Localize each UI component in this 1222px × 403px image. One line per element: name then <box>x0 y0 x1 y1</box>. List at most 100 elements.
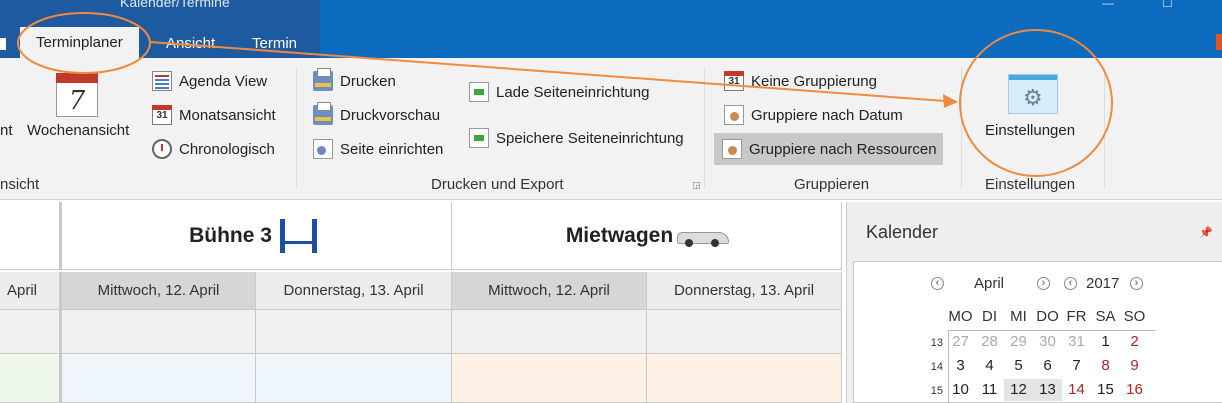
calendar-day[interactable]: 8 <box>1091 355 1120 377</box>
window-title: Kalender/Termine <box>120 0 230 10</box>
month-calendar-icon: 31 <box>152 105 172 125</box>
next-month-icon[interactable]: › <box>1037 277 1050 290</box>
lade-seiteneinrichtung-button[interactable]: Lade Seiteneinrichtung <box>469 79 649 105</box>
car-icon <box>677 224 730 248</box>
date-header[interactable]: Donnerstag, 13. April <box>256 272 452 310</box>
prev-month-icon[interactable]: ‹ <box>931 277 944 290</box>
group-label-ansicht: nsicht <box>0 176 40 193</box>
monatsansicht-button[interactable]: 31 Monatsansicht <box>152 102 276 128</box>
date-navigator: ‹ April › ‹ 2017 › MO DI MI DO FR SA SO … <box>853 261 1222 403</box>
calendar-day[interactable]: 7 <box>1062 355 1091 377</box>
weekday-header: MO <box>948 308 973 325</box>
allday-cell[interactable] <box>0 310 60 354</box>
calendar-day[interactable]: 6 <box>1033 355 1062 377</box>
tab-cut-left[interactable] <box>0 38 6 50</box>
resource-name: Mietwagen <box>565 223 674 247</box>
chronologisch-button[interactable]: Chronologisch <box>152 136 275 162</box>
calendar-day[interactable]: 28 <box>975 331 1004 353</box>
group-date-icon <box>724 105 744 125</box>
date-header[interactable]: Mittwoch, 12. April <box>452 272 647 310</box>
seite-einrichten-button[interactable]: Seite einrichten <box>313 136 443 162</box>
gruppiere-ressourcen-button[interactable]: Gruppiere nach Ressourcen <box>714 133 943 165</box>
week-number: 14 <box>930 361 943 373</box>
calendar-day[interactable]: 29 <box>1004 331 1033 353</box>
settings-gear-icon[interactable]: ⚙ <box>1008 74 1058 114</box>
allday-cell[interactable] <box>647 310 842 354</box>
calendar-day[interactable]: 15 <box>1091 379 1120 401</box>
time-cell[interactable] <box>60 354 256 403</box>
gruppiere-datum-button[interactable]: Gruppiere nach Datum <box>724 102 903 128</box>
agenda-view-button[interactable]: Agenda View <box>152 68 267 94</box>
resource-header-cut <box>0 202 60 270</box>
weekday-header: DI <box>982 308 997 325</box>
clock-icon <box>152 139 172 159</box>
calendar-day[interactable]: 30 <box>1033 331 1062 353</box>
group-resources-icon <box>722 139 742 159</box>
prev-year-icon[interactable]: ‹ <box>1064 277 1077 290</box>
print-preview-icon <box>313 102 333 125</box>
allday-cell[interactable] <box>452 310 647 354</box>
time-cell[interactable] <box>647 354 842 403</box>
ribbon-separator <box>1104 68 1105 188</box>
weekday-header: MI <box>1010 308 1027 325</box>
load-page-setup-icon <box>469 82 489 102</box>
allday-cell[interactable] <box>60 310 256 354</box>
ribbon-separator <box>296 68 297 188</box>
title-bar: Kalender/Termine — ☐ Terminplaner Ansich… <box>0 0 1222 58</box>
calendar-day[interactable]: 16 <box>1120 379 1149 401</box>
calendar-day[interactable]: 27 <box>946 331 975 353</box>
time-cell[interactable] <box>452 354 647 403</box>
minimize-icon[interactable]: — <box>1102 0 1114 10</box>
calendar-day-selected[interactable]: 13 <box>1033 379 1062 401</box>
time-cell[interactable] <box>0 354 60 403</box>
date-header[interactable]: Mittwoch, 12. April <box>60 272 256 310</box>
month-label: April <box>974 275 1005 292</box>
tab-terminplaner[interactable]: Terminplaner <box>20 27 139 58</box>
weekday-header: SA <box>1095 308 1116 325</box>
calendar-pane-title: Kalender <box>866 222 939 242</box>
no-grouping-icon: 31 <box>724 71 744 91</box>
weekday-header: DO <box>1036 308 1059 325</box>
keine-gruppierung-button[interactable]: 31 Keine Gruppierung <box>724 68 877 94</box>
week-number: 15 <box>930 385 943 397</box>
dialog-launcher-icon[interactable]: ◲ <box>692 180 701 191</box>
calendar-day[interactable]: 2 <box>1120 331 1149 353</box>
group-label-drucken: Drucken und Export <box>431 176 564 193</box>
scheduler-grid: April Bühne 3 Mittwoch, 12. April Donner… <box>0 202 842 403</box>
pin-icon[interactable]: 📌 <box>1199 226 1213 239</box>
car-lift-icon <box>276 217 324 255</box>
group-label-einstellungen: Einstellungen <box>985 176 1076 193</box>
weekday-header: SO <box>1123 308 1146 325</box>
next-year-icon[interactable]: › <box>1130 277 1143 290</box>
calendar-day[interactable]: 31 <box>1062 331 1091 353</box>
week-calendar-icon[interactable]: 7 <box>56 73 98 117</box>
allday-cell[interactable] <box>256 310 452 354</box>
calendar-day[interactable]: 14 <box>1062 379 1091 401</box>
calendar-day[interactable]: 5 <box>1004 355 1033 377</box>
drucken-button[interactable]: Drucken <box>313 68 396 94</box>
calendar-day[interactable]: 1 <box>1091 331 1120 353</box>
calendar-day[interactable]: 9 <box>1120 355 1149 377</box>
date-header[interactable]: Donnerstag, 13. April <box>647 272 842 310</box>
druckvorschau-button[interactable]: Druckvorschau <box>313 102 440 128</box>
wochenansicht-button[interactable]: Wochenansicht <box>27 122 129 139</box>
calendar-pane: Kalender 📌 ‹ April › ‹ 2017 › MO DI MI D… <box>846 202 1222 403</box>
cut-view-button-label[interactable]: nt <box>0 122 13 139</box>
calendar-day[interactable]: 3 <box>946 355 975 377</box>
calendar-day[interactable]: 4 <box>975 355 1004 377</box>
tab-termin[interactable]: Termin <box>252 34 297 58</box>
group-label-gruppieren: Gruppieren <box>794 176 870 193</box>
calendar-day[interactable]: 10 <box>946 379 975 401</box>
date-header-cut[interactable]: April <box>0 272 60 310</box>
einstellungen-button[interactable]: Einstellungen <box>985 122 1075 139</box>
speichere-seiteneinrichtung-button[interactable]: Speichere Seiteneinrichtung <box>469 125 684 151</box>
time-cell[interactable] <box>256 354 452 403</box>
printer-icon <box>313 68 333 91</box>
week-number: 13 <box>930 337 943 349</box>
ribbon: nt 7 Wochenansicht Agenda View 31 Monats… <box>0 58 1222 200</box>
maximize-icon[interactable]: ☐ <box>1162 0 1173 10</box>
save-page-setup-icon <box>469 128 489 148</box>
calendar-day[interactable]: 11 <box>975 379 1004 401</box>
calendar-day-selected[interactable]: 12 <box>1004 379 1033 401</box>
tab-ansicht[interactable]: Ansicht <box>166 34 215 58</box>
